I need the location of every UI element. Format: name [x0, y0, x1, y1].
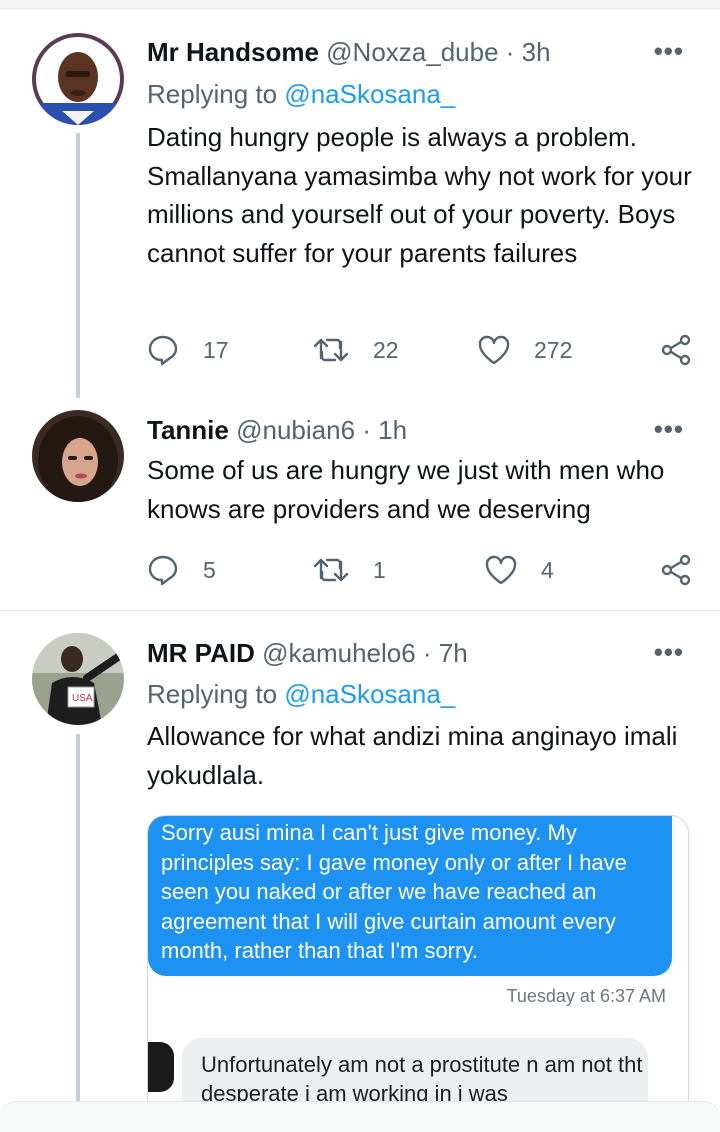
tweet-text: Dating hungry people is always a problem…: [147, 122, 692, 268]
reply-count: 17: [203, 336, 229, 363]
retweet-count: 22: [373, 336, 399, 363]
avatar-mr-paid[interactable]: USA: [32, 633, 124, 725]
retweet-icon: [313, 558, 349, 582]
tweet-actions: 5 1 4: [147, 550, 692, 590]
like-icon: [485, 555, 517, 585]
display-name[interactable]: MR PAID: [147, 638, 255, 668]
more-icon[interactable]: •••: [654, 637, 684, 668]
retweet-icon: [313, 338, 349, 362]
reply-button[interactable]: 17: [147, 330, 229, 370]
more-icon[interactable]: •••: [654, 414, 684, 445]
user-handle[interactable]: @nubian6: [236, 415, 355, 445]
like-count: 4: [541, 556, 554, 583]
user-handle[interactable]: @kamuhelo6: [262, 638, 416, 668]
message-timestamp: Tuesday at 6:37 AM: [506, 986, 666, 1006]
replying-prefix: Replying to: [147, 679, 285, 709]
avatar-image: [32, 33, 124, 125]
reply-button[interactable]: 5: [147, 550, 216, 590]
like-button[interactable]: 4: [485, 550, 554, 590]
display-name[interactable]: Tannie: [147, 415, 229, 445]
share-icon: [661, 334, 691, 366]
share-button[interactable]: [660, 554, 692, 591]
tweet-mr-handsome[interactable]: Mr Handsome @Noxza_dube · 3h ••• Replyin…: [0, 0, 720, 400]
tweet-media-image[interactable]: Sorry ausi mina I can't just give money.…: [147, 815, 689, 1119]
tweet-time: · 1h: [362, 415, 408, 445]
sender-avatar: [148, 1042, 174, 1092]
tweet-header: MR PAID @kamuhelo6 · 7h: [147, 637, 640, 669]
tweet-tannie[interactable]: Tannie @nubian6 · 1h ••• Some of us are …: [0, 400, 720, 610]
avatar-tannie[interactable]: [32, 410, 124, 502]
replying-mention[interactable]: @naSkosana_: [284, 79, 455, 109]
svg-text:USA: USA: [72, 693, 93, 704]
sent-message-bubble: Sorry ausi mina I can't just give money.…: [148, 816, 672, 976]
tweet-time: · 7h: [422, 638, 468, 668]
avatar-mr-handsome[interactable]: [32, 33, 124, 125]
reply-icon: [148, 555, 178, 586]
retweet-button[interactable]: 22: [313, 330, 399, 370]
tweet-actions: 17 22 272: [147, 330, 692, 370]
tweet-header: Mr Handsome @Noxza_dube · 3h: [147, 36, 640, 68]
replying-prefix: Replying to: [147, 79, 285, 109]
tweet-header: Tannie @nubian6 · 1h: [147, 414, 640, 446]
reply-icon: [148, 335, 178, 366]
like-icon: [478, 335, 510, 365]
avatar-image: USA: [32, 633, 124, 725]
replying-to: Replying to @naSkosana_: [147, 78, 455, 110]
share-button[interactable]: [660, 334, 692, 371]
tweet-time: · 3h: [505, 37, 551, 67]
tweet-text: Some of us are hungry we just with men w…: [147, 455, 665, 524]
user-handle[interactable]: @Noxza_dube: [326, 37, 498, 67]
retweet-button[interactable]: 1: [313, 550, 386, 590]
tweet-text: Allowance for what andizi mina anginayo …: [147, 721, 678, 790]
retweet-count: 1: [373, 556, 386, 583]
more-icon[interactable]: •••: [654, 36, 684, 67]
reply-count: 5: [203, 556, 216, 583]
replying-mention[interactable]: @naSkosana_: [284, 679, 455, 709]
share-icon: [661, 554, 691, 586]
replying-to: Replying to @naSkosana_: [147, 678, 455, 710]
thread-line: [76, 133, 80, 398]
thread-line: [76, 734, 80, 1117]
avatar-image: [32, 410, 124, 502]
display-name[interactable]: Mr Handsome: [147, 37, 319, 67]
like-count: 272: [534, 336, 573, 363]
like-button[interactable]: 272: [478, 330, 572, 370]
